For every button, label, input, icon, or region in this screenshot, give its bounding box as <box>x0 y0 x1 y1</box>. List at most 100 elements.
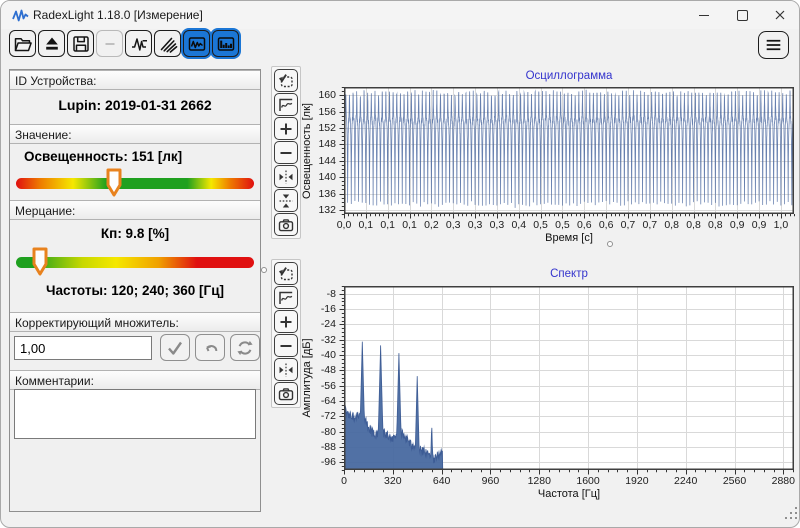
fit-vertical-icon <box>279 194 293 207</box>
maximize-icon <box>736 9 748 21</box>
folder-open-icon <box>14 37 32 51</box>
minus-icon <box>280 151 292 154</box>
y-tick-label: -8 <box>326 287 336 300</box>
x-tick-label: 0 <box>341 475 347 487</box>
title-bar[interactable]: RadexLight 1.18.0 [Измерение] <box>1 1 799 29</box>
spectrum-view-button[interactable] <box>212 30 239 57</box>
spec-snapshot-button[interactable] <box>274 382 298 405</box>
illuminance-marker[interactable] <box>105 168 123 198</box>
main-toolbar <box>9 30 239 57</box>
y-tick-label: 152 <box>318 121 336 134</box>
pulse-minus-icon <box>131 37 147 51</box>
flicker-marker[interactable] <box>31 247 49 277</box>
y-tick-label: -64 <box>320 395 336 407</box>
refresh-icon <box>237 340 253 355</box>
undo-multiplier-button[interactable] <box>195 334 225 361</box>
y-tick-label: -24 <box>320 318 336 331</box>
oscillogram-x-axis-label: Время [с] <box>545 232 593 244</box>
osc-zoom-select-button[interactable] <box>274 69 298 92</box>
multiplier-header: Корректирующий множитель: <box>10 312 260 332</box>
rays-button[interactable] <box>154 30 181 57</box>
close-button[interactable] <box>761 1 799 29</box>
osc-zoom-out-button[interactable] <box>274 141 298 164</box>
y-tick-label: -32 <box>320 333 336 346</box>
x-tick-label: 2560 <box>722 475 747 487</box>
y-tick-label: 136 <box>318 187 336 200</box>
spec-fit-horizontal-button[interactable] <box>274 358 298 381</box>
vertical-splitter-grip[interactable] <box>261 267 267 273</box>
undo-arrow-icon <box>206 344 218 351</box>
y-tick-label: 132 <box>318 203 336 216</box>
x-tick-label: 1,0 <box>773 219 789 231</box>
flicker-kp-value: Кп: 9.8 [%] <box>100 226 170 241</box>
y-tick-label: 148 <box>318 138 336 151</box>
disabled-dash-button <box>96 30 123 57</box>
plus-icon <box>280 316 292 327</box>
refresh-multiplier-button[interactable] <box>230 334 260 361</box>
flicker-section-header: Мерцание: <box>10 200 260 220</box>
x-tick-label: 1920 <box>625 475 649 487</box>
minus-icon <box>280 344 292 347</box>
y-tick-label: 144 <box>318 154 336 167</box>
checkmark-icon <box>168 341 182 355</box>
spec-fit-frame-button[interactable] <box>274 286 298 309</box>
save-button[interactable] <box>67 30 94 57</box>
comments-textarea[interactable] <box>14 389 256 439</box>
apply-multiplier-button[interactable] <box>160 334 190 361</box>
eject-icon <box>45 37 58 50</box>
horizontal-splitter-grip[interactable] <box>607 241 613 247</box>
y-tick-label: 156 <box>318 105 336 118</box>
zoom-select-icon <box>278 266 293 280</box>
maximize-button[interactable] <box>723 1 761 29</box>
spectrum-title: Спектр <box>550 268 588 280</box>
open-file-button[interactable] <box>9 30 36 57</box>
flicker-scale <box>16 247 254 276</box>
osc-zoom-in-button[interactable] <box>274 117 298 140</box>
measurement-panel: ID Устройства: Lupin: 2019-01-31 2662 Зн… <box>9 69 261 512</box>
x-tick-label: 1280 <box>527 475 551 487</box>
pulse-measure-button[interactable] <box>125 30 152 57</box>
osc-fit-frame-button[interactable] <box>274 93 298 116</box>
oscillogram-view-button[interactable] <box>183 30 210 57</box>
oscillogram-plot[interactable] <box>338 86 799 223</box>
osc-fit-horizontal-button[interactable] <box>274 165 298 188</box>
eject-button[interactable] <box>38 30 65 57</box>
spec-zoom-select-button[interactable] <box>274 262 298 285</box>
multiplier-input[interactable] <box>14 336 152 360</box>
plus-icon <box>280 123 292 134</box>
illuminance-reading: Освещенность: 151 [лк] <box>24 149 183 164</box>
osc-snapshot-button[interactable] <box>274 213 298 236</box>
spec-zoom-out-button[interactable] <box>274 334 298 357</box>
osc-fit-vertical-button[interactable] <box>274 189 298 212</box>
minimize-icon <box>699 14 709 16</box>
y-tick-label: 140 <box>318 171 336 184</box>
save-icon <box>72 35 89 52</box>
menu-button[interactable] <box>758 31 789 59</box>
spectrum-toolbar <box>271 259 301 408</box>
close-icon <box>775 10 785 20</box>
illuminance-scale <box>16 168 254 197</box>
device-id-value: Lupin: 2019-01-31 2662 <box>58 97 212 113</box>
device-id-header: ID Устройства: <box>10 70 260 90</box>
camera-icon <box>278 218 294 231</box>
spectrum-bars-icon <box>217 36 234 51</box>
flicker-frequencies: Частоты: 120; 240; 360 [Гц] <box>46 283 224 298</box>
camera-icon <box>278 387 294 400</box>
spectrum-x-axis-label: Частота [Гц] <box>537 488 601 500</box>
spec-zoom-in-button[interactable] <box>274 310 298 333</box>
hamburger-icon <box>766 39 781 51</box>
y-tick-label: -80 <box>320 425 336 438</box>
fit-frame-icon <box>279 291 293 304</box>
x-tick-label: 2880 <box>771 475 795 487</box>
spectrum-plot[interactable] <box>338 285 799 479</box>
x-tick-label: 960 <box>481 475 500 487</box>
y-tick-label: -72 <box>320 410 336 423</box>
x-tick-label: 640 <box>432 475 451 487</box>
fit-horizontal-icon <box>279 363 293 376</box>
y-tick-label: -88 <box>320 441 336 453</box>
x-tick-label: 320 <box>384 475 402 487</box>
fit-horizontal-icon <box>279 170 293 183</box>
app-window: RadexLight 1.18.0 [Измерение] ID Устройс… <box>0 0 800 528</box>
x-tick-label: 1600 <box>576 475 600 487</box>
minimize-button[interactable] <box>685 1 723 29</box>
